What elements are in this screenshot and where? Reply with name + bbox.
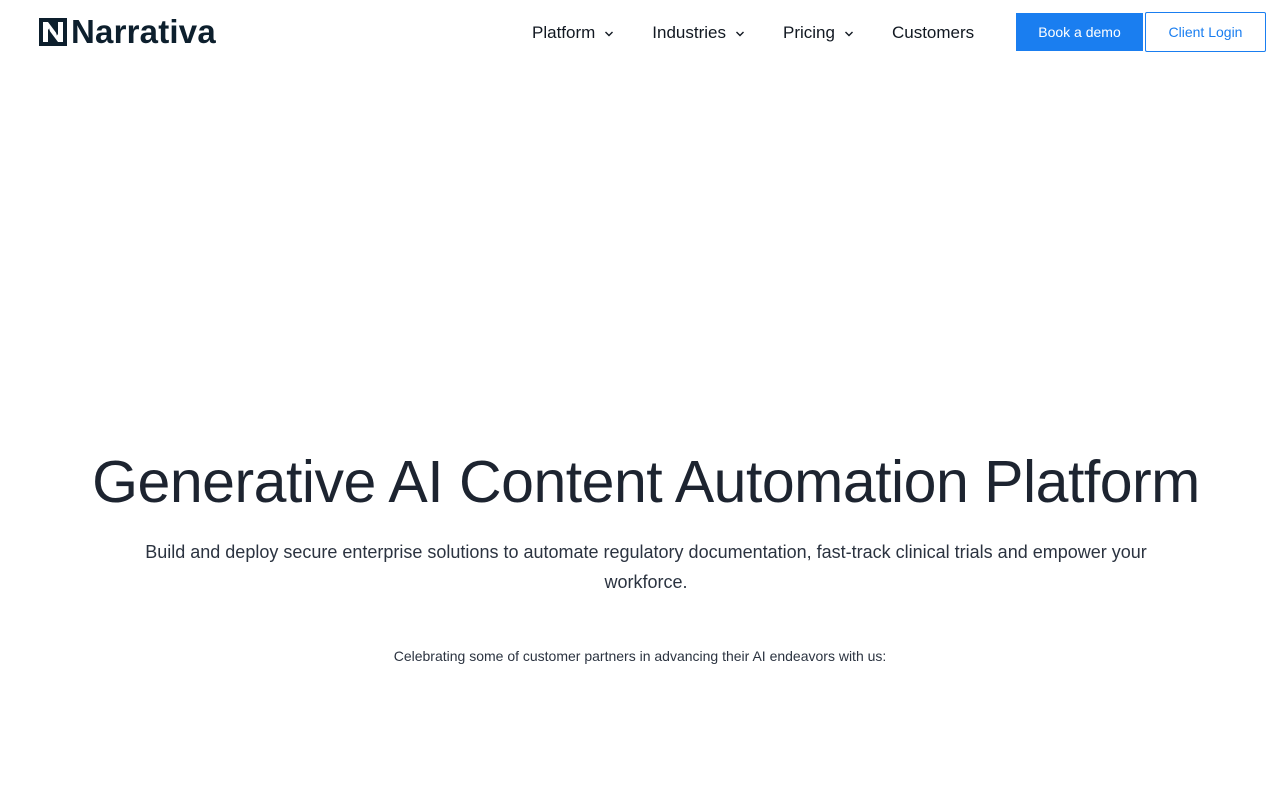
client-login-button[interactable]: Client Login: [1145, 12, 1266, 52]
book-demo-button[interactable]: Book a demo: [1016, 13, 1143, 51]
chevron-down-icon: [844, 31, 853, 37]
nav-item-label: Customers: [891, 23, 975, 42]
chevron-down-icon: [605, 31, 614, 37]
nav-item-label: Platform: [532, 23, 596, 42]
partners-note: Celebrating some of customer partners in…: [393, 648, 887, 664]
nav-item-label: Pricing: [783, 23, 835, 42]
hero-subtitle: Build and deploy secure enterprise solut…: [145, 542, 1147, 592]
nav-item-pricing[interactable]: Pricing: [783, 23, 854, 43]
brand-logo[interactable]: Narrativa: [39, 13, 216, 50]
hero-title: Generative AI Content Automation Platfor…: [92, 449, 1200, 515]
narrativa-logo-icon: [39, 18, 67, 46]
site-header: Narrativa Platform Industries Pricing Cu…: [0, 0, 1280, 66]
brand-name: Narrativa: [71, 13, 216, 50]
main-nav: Platform Industries Pricing Customers: [532, 0, 974, 66]
nav-item-platform[interactable]: Platform: [532, 23, 614, 43]
nav-item-customers[interactable]: Customers: [892, 23, 974, 43]
chevron-down-icon: [736, 31, 744, 37]
nav-item-label: Industries: [652, 23, 726, 42]
nav-item-industries[interactable]: Industries: [652, 23, 745, 43]
